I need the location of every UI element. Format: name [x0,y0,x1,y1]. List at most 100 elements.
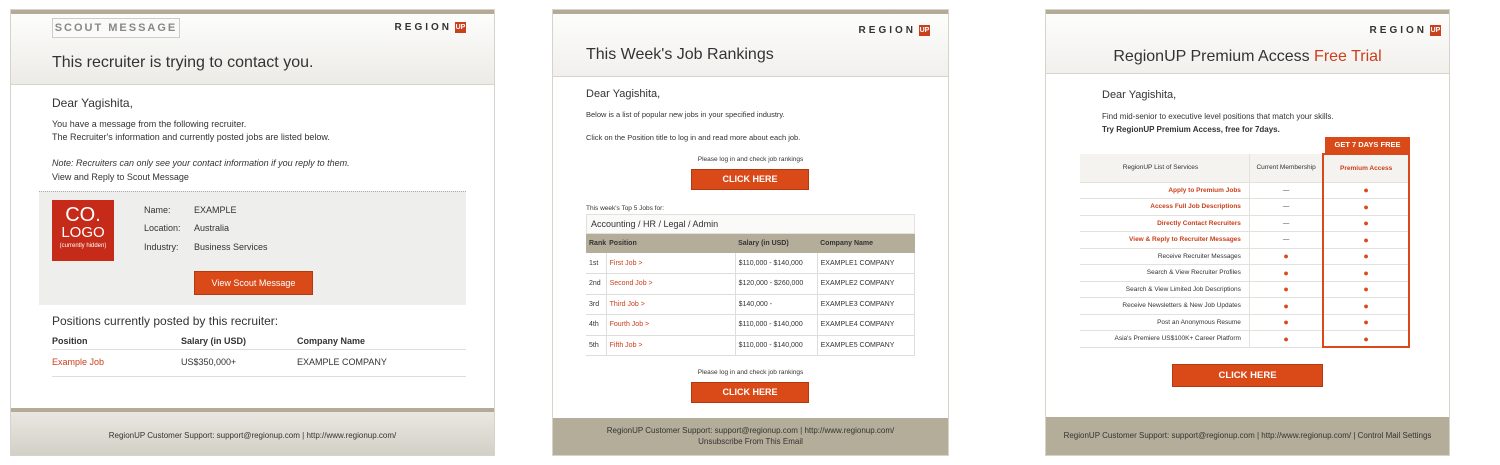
scout-message-tab: SCOUT MESSAGE [52,18,180,38]
logo-mark-icon: UP [455,22,466,33]
top5-label: This week's Top 5 Jobs for: [586,205,665,212]
click-here-button[interactable]: CLICK HERE [1172,364,1323,387]
intro-line-2: Try RegionUP Premium Access, free for 7d… [1102,125,1280,134]
email-footer: RegionUP Customer Support: support@regio… [553,418,948,455]
table-header-row: Rank Position Salary (in USD) Company Na… [586,234,915,253]
positions-title: Positions currently posted by this recru… [52,314,279,328]
table-row: Directly Contact Recruiters — ● [1080,215,1410,232]
table-row: Access Full Job Descriptions — ● [1080,198,1410,216]
footer-text: RegionUP Customer Support: support@regio… [1063,431,1432,440]
service-label: Asia's Premiere US$100K+ Career Platform [1080,330,1250,348]
reply-link[interactable]: View and Reply to Scout Message [52,172,189,182]
table-row: 2nd Second Job > $120,000 - $260,000 EXA… [586,273,916,295]
position-link[interactable]: Third Job > [606,294,736,315]
info-label-location: Location: [144,223,181,233]
click-here-button[interactable]: CLICK HERE [691,169,809,190]
col-position: Position [606,234,736,253]
email-header: REGION UP This Week's Job Rankings [553,14,948,77]
logo-caption: (currently hidden) [59,243,107,249]
table-row: Search & View Limited Job Descriptions ● ● [1080,281,1410,298]
col-rank: Rank [586,234,607,253]
info-value-industry: Business Services [194,242,268,252]
salary-cell: $110,000 - $140,000 [735,253,818,274]
col-current: Current Membership [1248,154,1324,183]
col-position: Position [52,336,88,346]
current-value: ● [1248,314,1324,331]
info-value-name: EXAMPLE [194,205,237,215]
intro-line-1: Below is a list of popular new jobs in y… [586,110,785,119]
position-link[interactable]: Example Job [52,357,104,367]
intro-line-2: Click on the Position title to log in an… [586,133,801,142]
page-title: RegionUP Premium Access Free Trial [1046,48,1449,66]
service-label: Access Full Job Descriptions [1080,198,1250,216]
rank-cell: 5th [586,335,607,356]
info-label-name: Name: [144,205,171,215]
title-main: RegionUP Premium Access [1113,48,1315,65]
position-link[interactable]: First Job > [606,253,736,274]
rankings-table: Rank Position Salary (in USD) Company Na… [586,234,916,356]
premium-value: ● [1322,264,1410,282]
position-link[interactable]: Fourth Job > [606,314,736,336]
table-row: Apply to Premium Jobs — ● [1080,182,1410,199]
company-cell: EXAMPLE COMPANY [297,357,387,367]
page-title: This recruiter is trying to contact you. [52,54,314,71]
salary-cell: $110,000 - $140,000 [735,335,818,356]
intro-line-2: The Recruiter's information and currentl… [52,132,330,142]
salary-cell: $140,000 - [735,294,818,315]
col-salary: Salary (in USD) [181,336,247,346]
free-trial-badge: GET 7 DAYS FREE [1325,137,1410,153]
greeting: Dear Yagishita, [1102,89,1177,101]
premium-value: ● [1322,281,1410,298]
position-link[interactable]: Second Job > [606,273,736,295]
rank-cell: 4th [586,314,607,336]
current-value: — [1248,198,1324,216]
current-value: ● [1248,248,1324,265]
company-cell: EXAMPLE3 COMPANY [817,294,916,315]
logo-line-1: CO. [65,204,101,226]
table-row: Receive Recruiter Messages ● ● [1080,248,1410,265]
company-cell: EXAMPLE4 COMPANY [817,314,916,336]
logo-line-2: LOGO [61,224,105,241]
unsubscribe-link[interactable]: Unsubscribe From This Email [553,436,948,447]
salary-cell: $110,000 - $140,000 [735,314,818,336]
rank-cell: 1st [586,253,607,274]
col-company: Company Name [817,234,915,253]
premium-value: ● [1322,215,1410,232]
service-label: View & Reply to Recruiter Messages [1080,231,1250,249]
regionup-logo: REGION UP [859,25,930,36]
intro-line-1: You have a message from the following re… [52,119,247,129]
note-text: Note: Recruiters can only see your conta… [52,158,350,168]
premium-value: ● [1322,248,1410,265]
service-label: Receive Newsletters & New Job Updates [1080,297,1250,315]
premium-value: ● [1322,314,1410,331]
current-value: — [1248,182,1324,199]
table-row: Asia's Premiere US$100K+ Career Platform… [1080,330,1410,348]
position-link[interactable]: Fifth Job > [606,335,736,356]
logo-text: REGION [394,22,452,33]
job-rankings-email: REGION UP This Week's Job Rankings Dear … [552,9,949,456]
footer-text: RegionUP Customer Support: support@regio… [108,431,397,440]
service-label: Directly Contact Recruiters [1080,215,1250,232]
regionup-logo: REGION UP [395,22,466,33]
table-row: View & Reply to Recruiter Messages — ● [1080,231,1410,249]
logo-text: REGION [1369,25,1427,36]
service-label: Search & View Recruiter Profiles [1080,264,1250,282]
rank-cell: 3rd [586,294,607,315]
service-label: Apply to Premium Jobs [1080,182,1250,199]
view-scout-message-button[interactable]: View Scout Message [194,271,313,295]
greeting: Dear Yagishita, [586,88,661,100]
table-row: 3rd Third Job > $140,000 - EXAMPLE3 COMP… [586,294,916,315]
salary-cell: US$350,000+ [181,357,237,367]
table-row: 4th Fourth Job > $110,000 - $140,000 EXA… [586,314,916,336]
footer-text: RegionUP Customer Support: support@regio… [606,426,895,435]
email-header: REGION UP RegionUP Premium Access Free T… [1046,14,1449,74]
rank-cell: 2nd [586,273,607,295]
click-here-button-2[interactable]: CLICK HERE [691,382,809,403]
company-cell: EXAMPLE2 COMPANY [817,273,916,295]
logo-text: REGION [858,25,916,36]
intro-line-1: Find mid-senior to executive level posit… [1102,112,1334,121]
title-accent: Free Trial [1314,48,1382,65]
info-value-location: Australia [194,223,230,233]
positions-header-row: Position Salary (in USD) Company Name [52,336,466,350]
email-footer: RegionUP Customer Support: support@regio… [1046,417,1449,455]
